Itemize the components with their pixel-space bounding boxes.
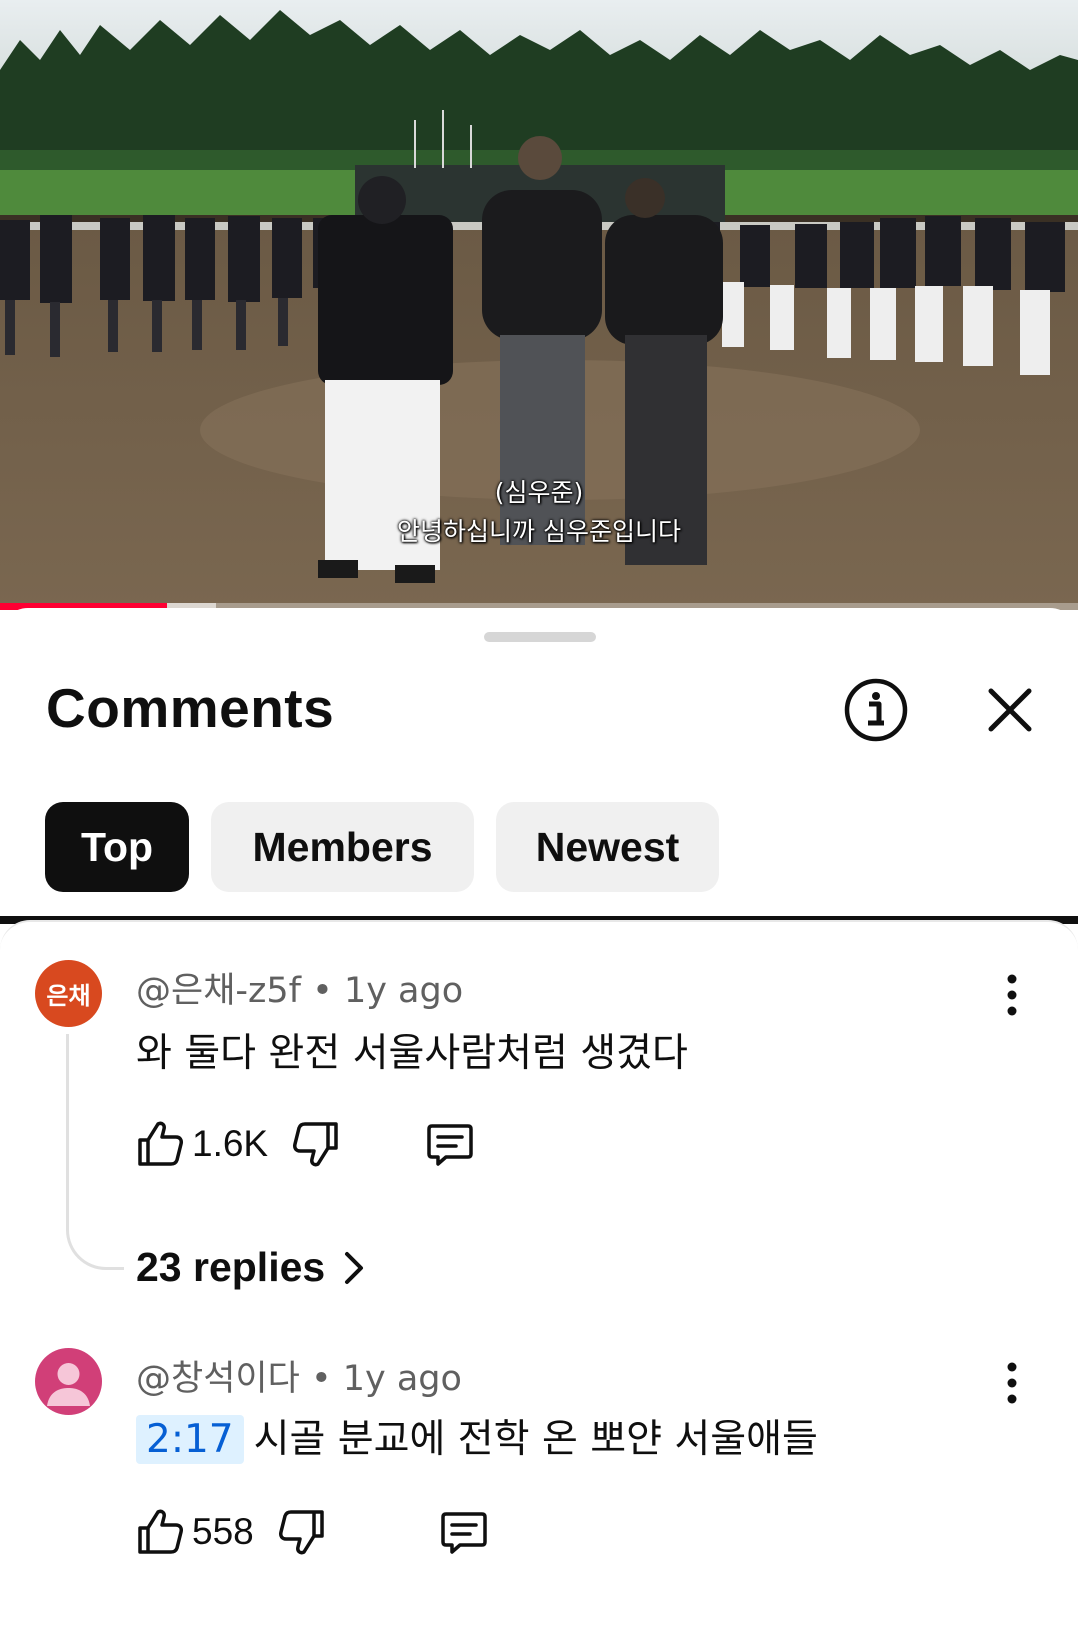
comment-author[interactable]: @은채-z5f: [136, 971, 301, 1011]
comment-filter-chips: Top Members Newest: [45, 802, 719, 892]
avatar[interactable]: [35, 1348, 102, 1415]
thumbs-down-icon[interactable]: [276, 1506, 328, 1558]
meta-separator: •: [310, 1359, 332, 1399]
reply-icon[interactable]: [438, 1506, 490, 1558]
chevron-right-icon: [345, 1251, 364, 1284]
chip-members[interactable]: Members: [211, 802, 474, 892]
more-options-icon[interactable]: [999, 970, 1025, 1020]
comment-age: 1y ago: [343, 971, 464, 1011]
chip-newest[interactable]: Newest: [496, 802, 719, 892]
view-replies-button[interactable]: 23 replies: [136, 1244, 365, 1291]
more-options-icon[interactable]: [999, 1358, 1025, 1408]
comment-age: 1y ago: [342, 1359, 462, 1399]
thumbs-up-icon[interactable]: [134, 1506, 186, 1558]
comment-author[interactable]: @창석이다: [136, 1359, 300, 1399]
replies-label: 23 replies: [136, 1244, 326, 1290]
sheet-title: Comments: [46, 677, 335, 739]
info-circle-icon[interactable]: [843, 677, 909, 743]
video-player[interactable]: (심우준) 안녕하십니까 심우준입니다: [0, 0, 1078, 610]
comment-meta: @창석이다 • 1y ago: [136, 1350, 462, 1401]
avatar[interactable]: 은채: [35, 960, 102, 1027]
drag-handle[interactable]: [484, 632, 596, 642]
comment-list: 은채 @은채-z5f • 1y ago 와 둘다 완전 서울사람처럼 생겼다 1…: [0, 920, 1078, 1645]
comment-actions: 1.6K: [134, 1116, 476, 1172]
comment-text: 와 둘다 완전 서울사람처럼 생겼다: [136, 1031, 688, 1076]
meta-separator: •: [312, 971, 333, 1011]
thumbs-up-icon[interactable]: [134, 1118, 186, 1170]
comment-meta: @은채-z5f • 1y ago: [136, 962, 463, 1013]
subtitle-line-2: 안녕하십니까 심우준입니다: [397, 517, 681, 546]
subtitle-line-1: (심우준): [494, 478, 584, 507]
timestamp-link[interactable]: 2:17: [136, 1415, 244, 1464]
like-count: 1.6K: [192, 1123, 269, 1164]
thread-line: [66, 1034, 124, 1270]
comment-text-row: 2:17 시골 분교에 전학 온 뽀얀 서울애들: [136, 1408, 818, 1464]
default-avatar-icon: [47, 1363, 90, 1406]
reply-icon[interactable]: [424, 1118, 476, 1170]
chip-top[interactable]: Top: [45, 802, 189, 892]
like-count: 558: [192, 1511, 254, 1552]
thumbs-down-icon[interactable]: [290, 1118, 342, 1170]
comment-text: 시골 분교에 전학 온 뽀얀 서울애들: [253, 1417, 818, 1462]
comment-actions: 558: [134, 1504, 490, 1560]
comments-sheet: Comments Top Members Newest 은채 @은채-z5f •…: [0, 608, 1078, 1645]
close-icon[interactable]: [985, 685, 1035, 735]
